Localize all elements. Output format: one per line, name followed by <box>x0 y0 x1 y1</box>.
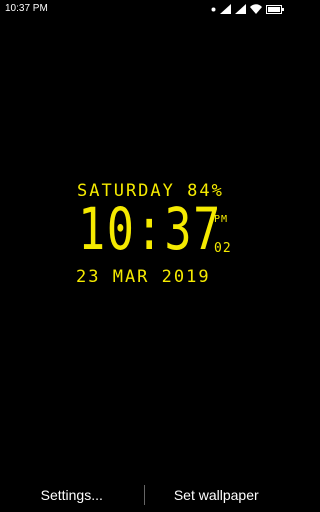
bottom-action-bar: Settings... Set wallpaper <box>0 478 288 512</box>
ampm-indicator: PM <box>214 214 229 225</box>
date-line: 23 MAR 2019 <box>76 267 211 287</box>
seconds-display: 02 <box>214 241 232 256</box>
set-wallpaper-button[interactable]: Set wallpaper <box>145 478 289 512</box>
digital-clock: SATURDAY 84% 10:37 PM 02 23 MAR 2019 <box>0 0 288 512</box>
settings-button[interactable]: Settings... <box>0 478 144 512</box>
clock-time: 10:37 <box>78 195 222 263</box>
